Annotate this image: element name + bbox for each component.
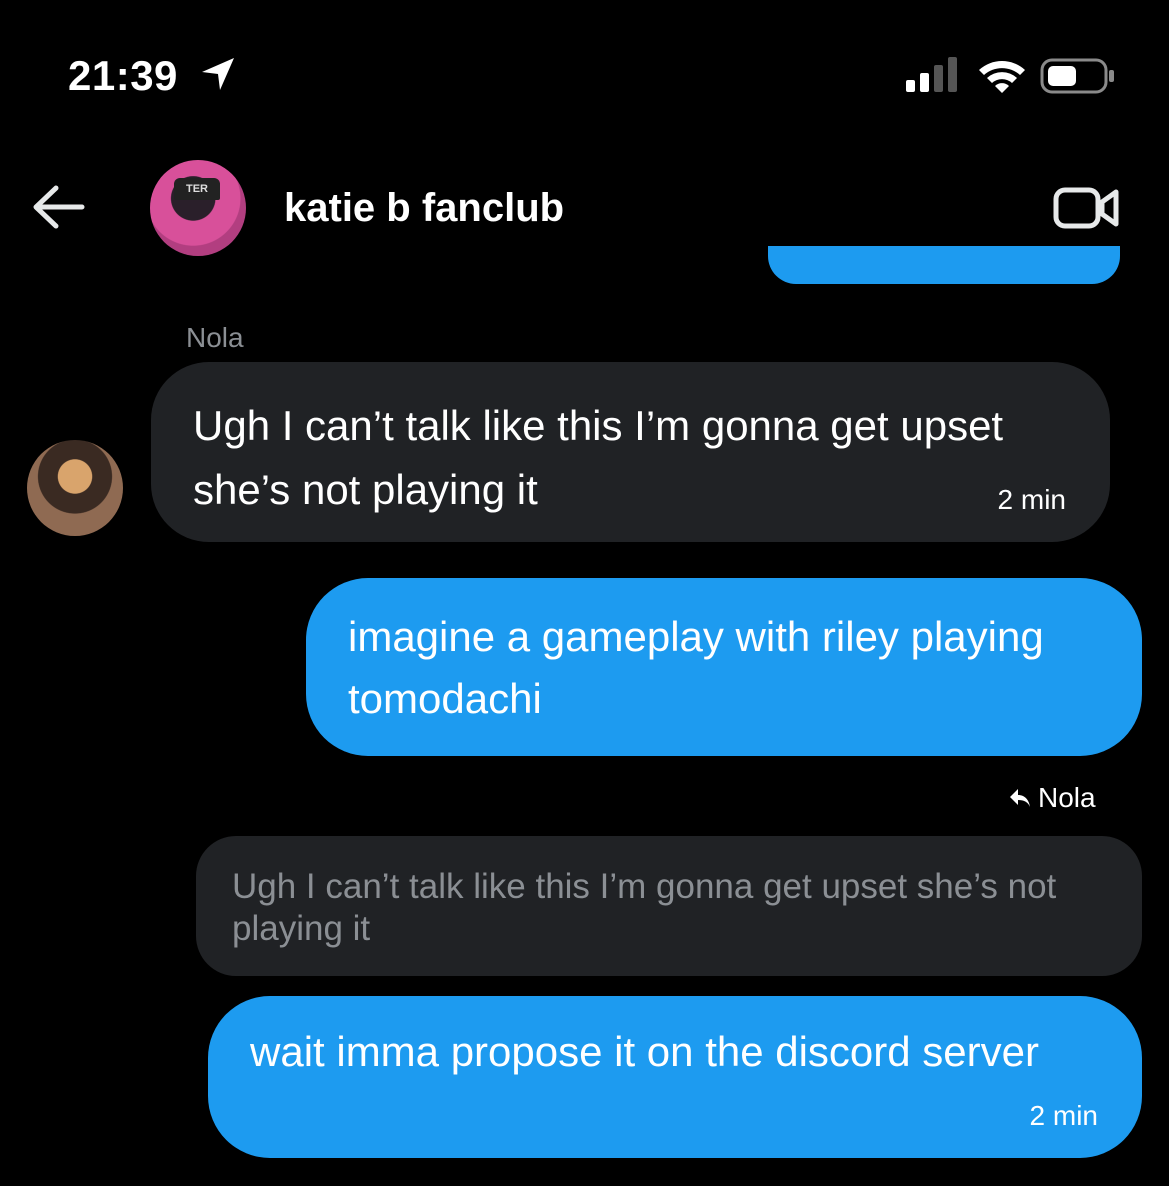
cellular-signal-icon (906, 57, 957, 92)
message-text: Ugh I can’t talk like this I’m gonna get… (193, 402, 1004, 513)
location-arrow-icon (202, 58, 234, 90)
incoming-message-bubble[interactable]: Ugh I can’t talk like this I’m gonna get… (151, 362, 1110, 542)
wifi-icon (979, 61, 1025, 93)
reply-to-name: Nola (1038, 782, 1096, 813)
arrow-left-icon (33, 185, 85, 229)
sender-name: Nola (186, 322, 244, 353)
video-camera-icon (1053, 187, 1119, 229)
video-call-button[interactable] (1052, 184, 1120, 232)
group-avatar[interactable]: TER (150, 160, 246, 256)
message-text: wait imma propose it on the discord serv… (250, 1028, 1039, 1075)
back-button[interactable] (30, 182, 86, 232)
conversation-title[interactable]: katie b fanclub (284, 186, 564, 231)
outgoing-message-bubble[interactable]: wait imma propose it on the discord serv… (208, 996, 1142, 1158)
message-text: imagine a gameplay with riley playing to… (348, 613, 1044, 722)
message-timestamp: 2 min (997, 484, 1066, 515)
message-timestamp: 2 min (1029, 1100, 1098, 1131)
previous-message-bubble[interactable] (768, 246, 1120, 284)
outgoing-message-bubble[interactable]: imagine a gameplay with riley playing to… (306, 578, 1142, 756)
avatar-cap-caption: TER (174, 178, 220, 200)
reply-indicator: Nola (1008, 782, 1096, 814)
battery-icon (1040, 58, 1114, 94)
quoted-message[interactable]: Ugh I can’t talk like this I’m gonna get… (196, 836, 1142, 976)
status-time: 21:39 (68, 52, 178, 99)
reply-arrow-icon (1010, 789, 1030, 807)
quoted-text: Ugh I can’t talk like this I’m gonna get… (232, 867, 1057, 948)
sender-avatar[interactable] (27, 440, 123, 536)
